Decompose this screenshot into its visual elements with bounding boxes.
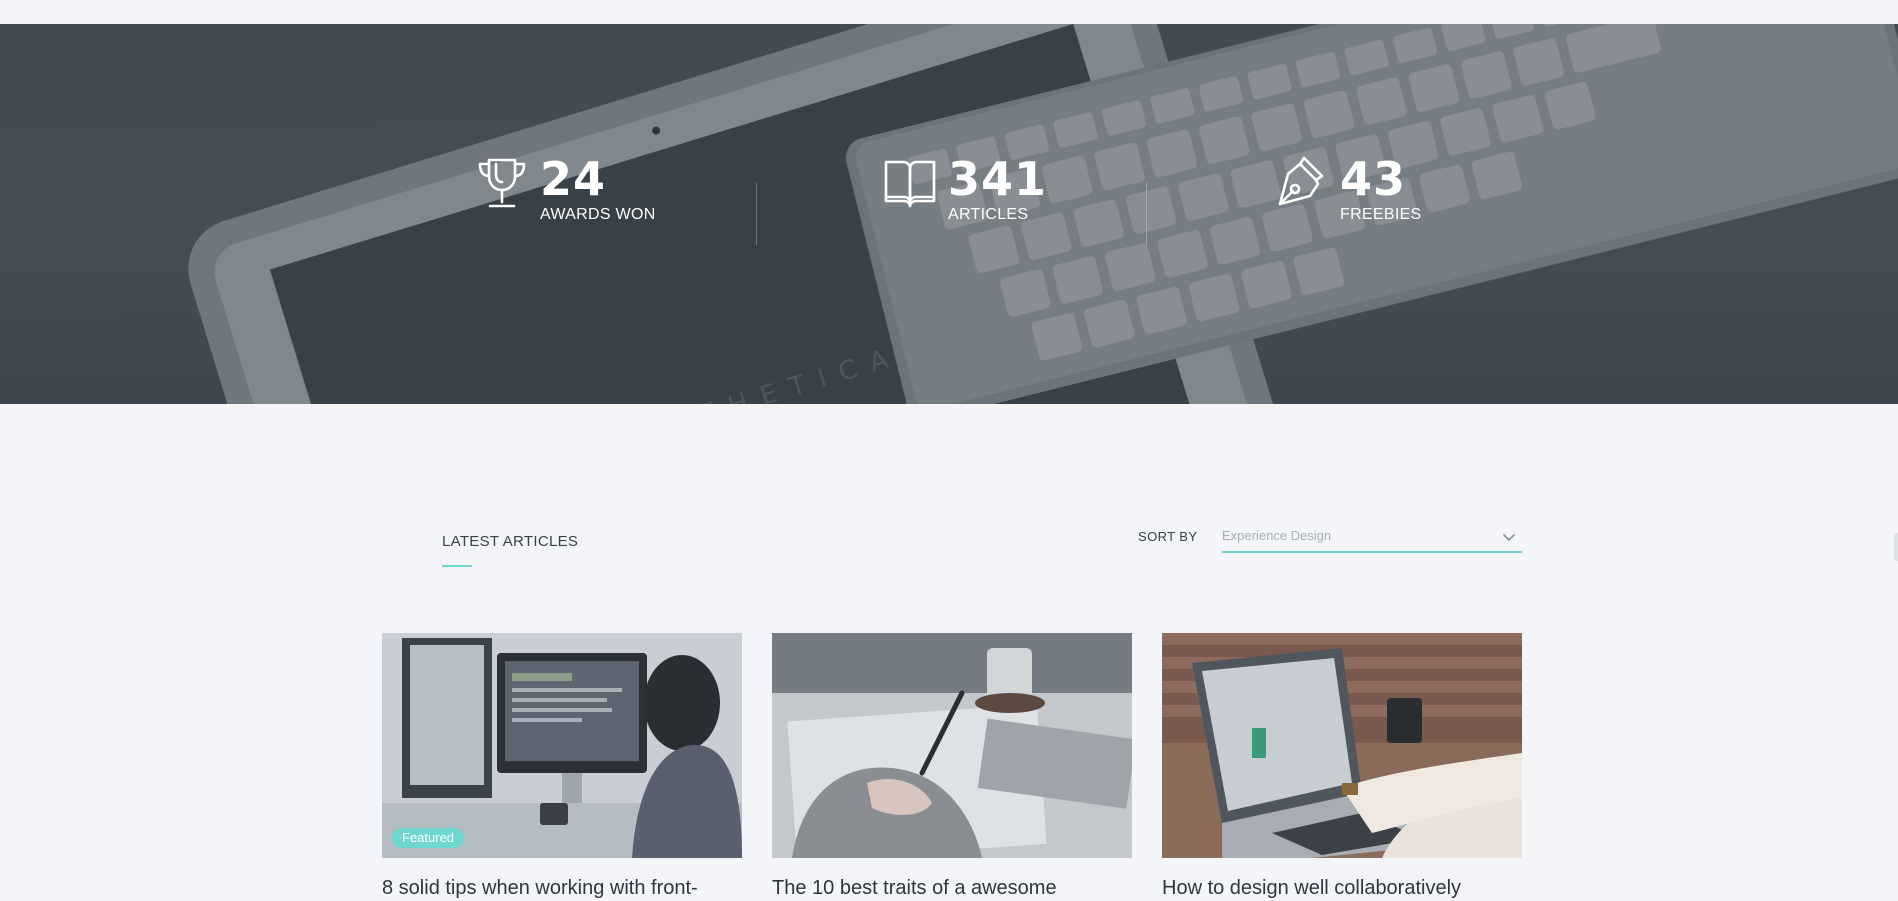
trophy-icon <box>478 158 526 208</box>
article-image-office-monitors <box>382 633 742 858</box>
chevron-down-icon <box>1503 534 1515 542</box>
article-title[interactable]: 8 solid tips when working with front- <box>382 875 742 901</box>
stat-awards: 24 AWARDS WON <box>474 154 656 244</box>
stat-label: ARTICLES <box>948 206 1029 223</box>
stat-number: 43 <box>1340 152 1407 206</box>
article-thumbnail[interactable] <box>772 633 1132 858</box>
stat-divider <box>1146 183 1147 245</box>
stat-number: 341 <box>948 152 1048 206</box>
book-icon <box>884 160 936 208</box>
article-image-writing-desk <box>772 633 1132 858</box>
latest-articles-heading: LATEST ARTICLES <box>442 533 579 550</box>
stat-freebies: 43 FREEBIES <box>1274 154 1422 244</box>
sort-by-select[interactable]: Experience Design <box>1222 520 1522 553</box>
article-card[interactable]: The 10 best traits of a awesome <box>772 633 1132 901</box>
sort-selected-value: Experience Design <box>1222 528 1332 543</box>
stat-number: 24 <box>540 152 607 206</box>
article-thumbnail[interactable]: Featured <box>382 633 742 858</box>
article-image-laptop <box>1162 633 1522 858</box>
stat-articles: 341 ARTICLES <box>882 154 1047 244</box>
stat-label: AWARDS WON <box>540 206 656 223</box>
scroll-edge-tab[interactable] <box>1894 533 1898 561</box>
article-card[interactable]: Featured 8 solid tips when working with … <box>382 633 742 901</box>
article-card[interactable]: How to design well collaboratively <box>1162 633 1522 901</box>
sort-by-label: SORT BY <box>1138 529 1198 544</box>
pen-nib-icon <box>1278 156 1324 206</box>
article-title[interactable]: The 10 best traits of a awesome <box>772 875 1132 901</box>
featured-badge: Featured <box>392 828 465 848</box>
article-thumbnail[interactable] <box>1162 633 1522 858</box>
stat-label: FREEBIES <box>1340 206 1422 223</box>
article-title[interactable]: How to design well collaboratively <box>1162 875 1522 901</box>
heading-underline <box>442 565 472 567</box>
stat-divider <box>756 183 757 245</box>
